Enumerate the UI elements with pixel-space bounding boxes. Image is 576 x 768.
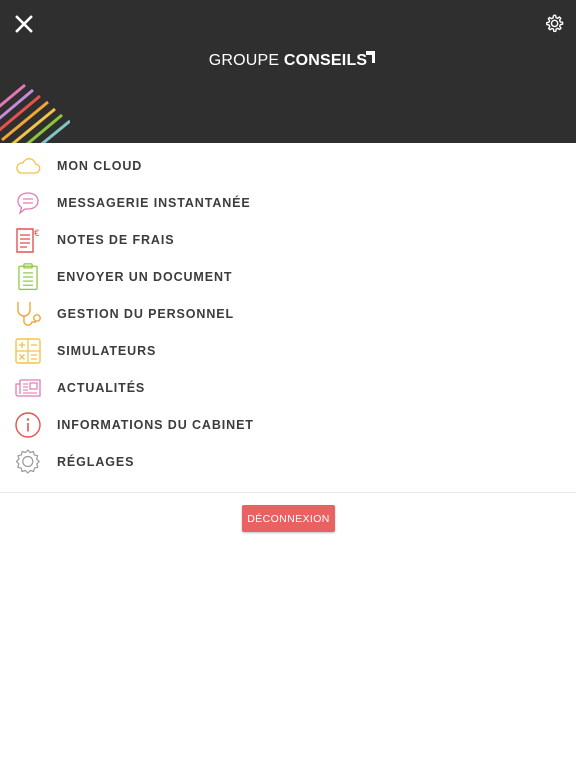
close-icon bbox=[15, 15, 33, 33]
calculator-icon bbox=[14, 337, 42, 365]
menu-item-label: RÉGLAGES bbox=[57, 454, 135, 469]
gear-icon bbox=[14, 448, 42, 476]
logo-mark-icon bbox=[366, 51, 376, 63]
stethoscope-icon bbox=[14, 300, 42, 328]
menu-item-label: MESSAGERIE INSTANTANÉE bbox=[57, 196, 251, 211]
close-button[interactable] bbox=[12, 12, 36, 36]
side-menu: MON CLOUD MESSAGERIE INSTANTANÉE € NOTES… bbox=[0, 143, 576, 480]
gear-icon bbox=[546, 14, 564, 33]
menu-item-notes-de-frais[interactable]: € NOTES DE FRAIS bbox=[0, 222, 576, 259]
menu-item-simulateurs[interactable]: SIMULATEURS bbox=[0, 332, 576, 369]
info-icon bbox=[14, 411, 42, 439]
logo-text-bold: CONSEILS bbox=[284, 51, 376, 69]
logout-button[interactable]: DÉCONNEXION bbox=[242, 505, 335, 532]
svg-text:€: € bbox=[34, 229, 40, 239]
menu-divider bbox=[0, 492, 576, 493]
settings-button[interactable] bbox=[542, 12, 566, 36]
menu-item-label: MON CLOUD bbox=[57, 159, 143, 174]
menu-item-label: ACTUALITÉS bbox=[57, 380, 146, 395]
menu-item-label: NOTES DE FRAIS bbox=[57, 233, 175, 248]
menu-item-reglages[interactable]: RÉGLAGES bbox=[0, 443, 576, 480]
menu-item-informations-cabinet[interactable]: INFORMATIONS DU CABINET bbox=[0, 406, 576, 443]
app-header: GROUPE CONSEILS bbox=[0, 0, 576, 143]
menu-item-label: ENVOYER UN DOCUMENT bbox=[57, 270, 233, 285]
cloud-icon bbox=[14, 152, 42, 180]
rainbow-stripes-decoration bbox=[0, 83, 70, 143]
menu-item-label: INFORMATIONS DU CABINET bbox=[57, 417, 254, 432]
menu-item-label: GESTION DU PERSONNEL bbox=[57, 307, 235, 321]
logo-text-light: GROUPE bbox=[208, 52, 280, 69]
menu-item-actualites[interactable]: ACTUALITÉS bbox=[0, 369, 576, 406]
clipboard-icon bbox=[14, 263, 42, 291]
menu-item-envoyer-document[interactable]: ENVOYER UN DOCUMENT bbox=[0, 259, 576, 296]
newspaper-icon bbox=[14, 374, 42, 402]
menu-item-gestion-personnel[interactable]: GESTION DU PERSONNEL bbox=[0, 296, 576, 333]
menu-item-messagerie[interactable]: MESSAGERIE INSTANTANÉE bbox=[0, 185, 576, 222]
chat-bubble-icon bbox=[14, 189, 42, 217]
menu-item-mon-cloud[interactable]: MON CLOUD bbox=[0, 148, 576, 185]
brand-logo: GROUPE CONSEILS bbox=[0, 51, 576, 70]
menu-item-label: SIMULATEURS bbox=[57, 343, 157, 358]
expense-note-icon: € bbox=[14, 226, 42, 254]
